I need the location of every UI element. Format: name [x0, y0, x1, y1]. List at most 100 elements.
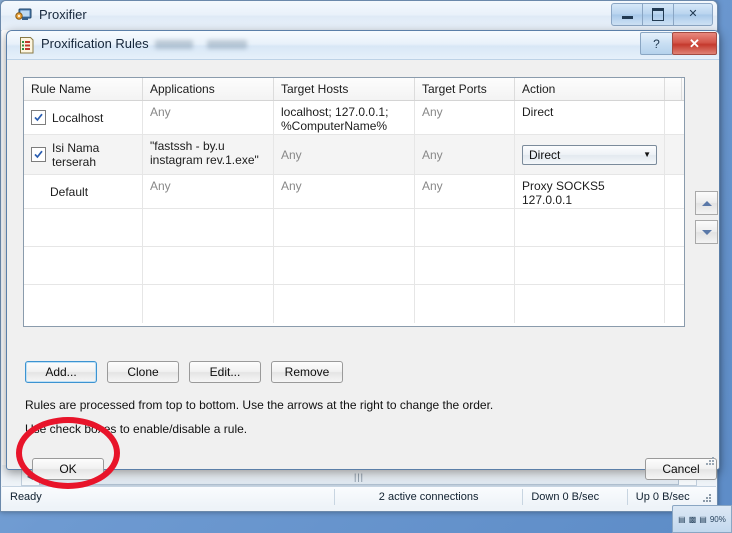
rule-name-label: Isi Nama terserah [52, 140, 100, 169]
proxification-rules-dialog: Proxification Rules ? ✕ Rule Name Applic… [6, 30, 720, 480]
table-row[interactable]: Default Any Any Any Proxy SOCKS5 127.0.0… [24, 175, 684, 209]
column-header-target-hosts[interactable]: Target Hosts [274, 78, 415, 100]
cell-target-hosts[interactable]: Any [274, 175, 415, 208]
cell-empty [415, 209, 515, 246]
rule-action-buttons: Add... Clone Edit... Remove [25, 361, 343, 383]
ghost-menu-item [207, 40, 247, 49]
reorder-button-group [695, 191, 718, 244]
cell-applications[interactable]: "fastssh - by.u instagram rev.1.exe" [143, 135, 274, 174]
dialog-title: Proxification Rules [41, 36, 149, 51]
cell-empty [515, 247, 665, 284]
dialog-close-button[interactable]: ✕ [672, 32, 717, 55]
dialog-titlebar[interactable]: Proxification Rules ? ✕ [7, 31, 719, 60]
cell-empty [274, 209, 415, 246]
column-header-target-ports[interactable]: Target Ports [415, 78, 515, 100]
maximize-button[interactable] [642, 3, 674, 26]
cell-filler [665, 135, 682, 174]
ghost-menu-item [155, 40, 193, 49]
close-icon: ✕ [688, 8, 698, 20]
cell-filler [665, 101, 682, 134]
cell-target-ports[interactable]: Any [415, 101, 515, 134]
column-header-filler [665, 78, 682, 100]
table-row[interactable] [24, 247, 684, 285]
cell-empty [274, 285, 415, 323]
note-processing-order: Rules are processed from top to bottom. … [25, 398, 494, 412]
misc-icon: ▤ [678, 514, 686, 524]
cell-empty [415, 247, 515, 284]
rule-enabled-checkbox[interactable] [31, 147, 46, 162]
cell-empty [274, 247, 415, 284]
clone-button[interactable]: Clone [107, 361, 179, 383]
chevron-down-icon: ▼ [643, 149, 651, 159]
ok-button[interactable]: OK [32, 458, 104, 480]
table-row[interactable]: Isi Nama terserah "fastssh - by.u instag… [24, 135, 684, 175]
cell-empty [143, 247, 274, 284]
close-icon: ✕ [689, 36, 700, 51]
cell-rule-name[interactable]: Isi Nama terserah [24, 135, 143, 174]
table-row[interactable]: Localhost Any localhost; 127.0.0.1; %Com… [24, 101, 684, 135]
cell-empty [24, 285, 143, 323]
cell-empty [24, 247, 143, 284]
cell-target-hosts[interactable]: localhost; 127.0.0.1; %ComputerName% [274, 101, 415, 134]
rules-grid[interactable]: Rule Name Applications Target Hosts Targ… [23, 77, 685, 327]
grid-header-row: Rule Name Applications Target Hosts Targ… [24, 78, 684, 101]
status-download-rate: Down 0 B/sec [531, 491, 600, 503]
cell-empty [24, 209, 143, 246]
cell-applications[interactable]: Any [143, 175, 274, 208]
resize-grip-icon[interactable] [701, 492, 713, 504]
add-button[interactable]: Add... [25, 361, 97, 383]
cell-empty [143, 285, 274, 323]
cell-empty [143, 209, 274, 246]
up-arrow-icon [701, 200, 712, 206]
cell-action[interactable]: Direct ▼ [515, 135, 665, 174]
status-state: Ready [10, 491, 42, 503]
minimize-icon [621, 16, 633, 19]
cell-empty [415, 285, 515, 323]
rule-enabled-checkbox[interactable] [31, 110, 46, 125]
column-header-rule-name[interactable]: Rule Name [24, 78, 143, 100]
status-connections: 2 active connections [378, 491, 479, 503]
cell-applications[interactable]: Any [143, 101, 274, 134]
misc-icon: ▤ [699, 514, 707, 524]
proxifier-app-icon [15, 7, 33, 24]
cell-target-hosts[interactable]: Any [274, 135, 415, 174]
status-bar: Ready 2 active connections Down 0 B/sec … [2, 486, 716, 507]
move-rule-up-button[interactable] [695, 191, 718, 215]
dialog-resize-grip-icon[interactable] [704, 455, 716, 467]
cell-action[interactable]: Direct [515, 101, 665, 134]
main-window-controls: ✕ [611, 3, 713, 26]
question-mark-icon: ? [653, 36, 660, 51]
minimize-button[interactable] [611, 3, 643, 26]
cell-filler [665, 175, 682, 208]
cell-empty [665, 247, 682, 284]
cell-empty [515, 285, 665, 323]
cell-target-ports[interactable]: Any [415, 175, 515, 208]
close-button[interactable]: ✕ [673, 3, 713, 26]
edit-button[interactable]: Edit... [189, 361, 261, 383]
table-row[interactable] [24, 285, 684, 323]
rules-list-icon [18, 36, 35, 54]
action-dropdown[interactable]: Direct ▼ [522, 144, 657, 165]
cell-rule-name[interactable]: Default [24, 175, 143, 208]
dialog-window-controls: ? ✕ [640, 32, 717, 55]
note-checkboxes: Use check boxes to enable/disable a rule… [25, 422, 248, 436]
remove-button[interactable]: Remove [271, 361, 343, 383]
misc-icon: ▩ [688, 514, 697, 524]
table-row[interactable] [24, 209, 684, 247]
rule-name-label: Localhost [52, 110, 104, 125]
zoom-level-label: 90% [709, 514, 726, 524]
column-header-applications[interactable]: Applications [143, 78, 274, 100]
action-dropdown-value: Direct [529, 147, 561, 162]
cell-action[interactable]: Proxy SOCKS5 127.0.0.1 [515, 175, 665, 208]
cell-empty [665, 285, 682, 323]
down-arrow-icon [701, 229, 712, 235]
scrollbar-grip: ||| [353, 471, 364, 482]
main-window-titlebar[interactable]: Proxifier ✕ [1, 1, 717, 31]
taskbar-fragment: ▤ ▩ ▤ 90% [672, 505, 732, 533]
scrollbar-thumb[interactable]: ||| [39, 468, 679, 485]
cell-target-ports[interactable]: Any [415, 135, 515, 174]
cell-rule-name[interactable]: Localhost [24, 101, 143, 134]
column-header-action[interactable]: Action [515, 78, 665, 100]
move-rule-down-button[interactable] [695, 220, 718, 244]
help-button[interactable]: ? [640, 32, 673, 55]
